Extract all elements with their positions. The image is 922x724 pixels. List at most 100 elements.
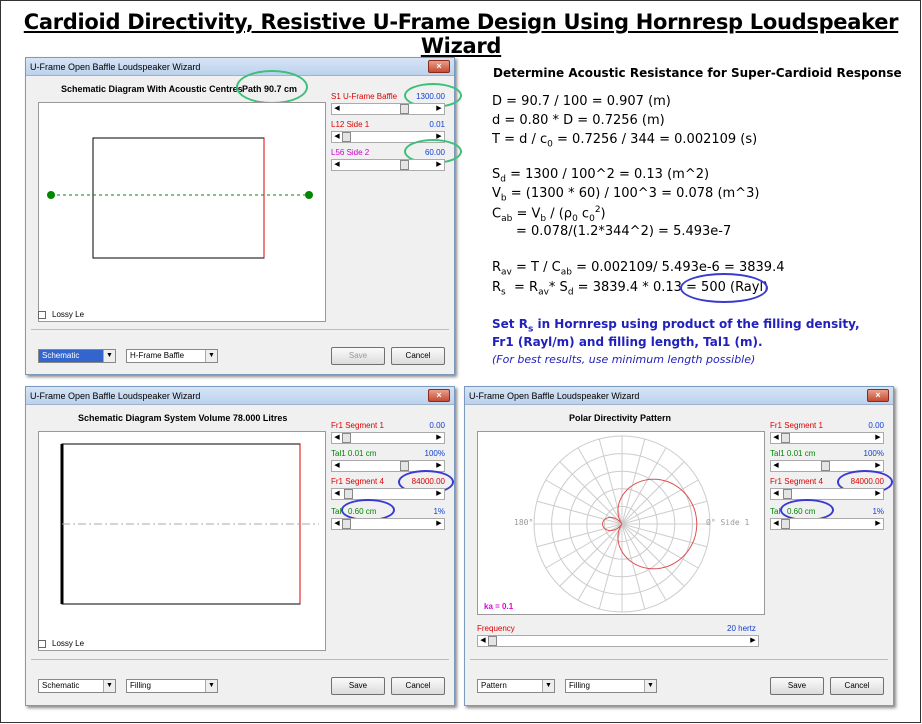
chevron-down-icon[interactable]: ▼ [205, 680, 217, 692]
window-title: U-Frame Open Baffle Loudspeaker Wizard [30, 62, 201, 72]
fr1-seg4-slider[interactable]: ◀ ▶ [770, 488, 884, 500]
slider-left-arrow-icon[interactable]: ◀ [332, 160, 342, 170]
cancel-button[interactable]: Cancel [391, 677, 445, 695]
tal1-label: Tal1 0.01 cm [331, 449, 377, 458]
slider-thumb[interactable] [342, 433, 351, 443]
acoustic-centre-left [47, 191, 55, 199]
baffle-type-select[interactable]: H-Frame Baffle ▼ [126, 349, 218, 363]
view-select[interactable]: Schematic ▼ [38, 349, 116, 363]
fr1-seg1-slider[interactable]: ◀ ▶ [770, 432, 884, 444]
eq-rav-r: R [492, 260, 502, 275]
slider-right-arrow-icon[interactable]: ▶ [873, 433, 883, 443]
parameter-select[interactable]: Filling ▼ [565, 679, 657, 693]
slider-thumb[interactable] [783, 489, 792, 499]
chevron-down-icon[interactable]: ▼ [103, 350, 115, 362]
slider-right-arrow-icon[interactable]: ▶ [434, 104, 444, 114]
save-button[interactable]: Save [770, 677, 824, 695]
slider-left-arrow-icon[interactable]: ◀ [771, 489, 781, 499]
slider-thumb[interactable] [342, 132, 351, 142]
tal4-slider[interactable]: ◀ ▶ [331, 518, 445, 530]
save-button[interactable]: Save [331, 677, 385, 695]
fr1-seg1-value: 0.00 [868, 421, 884, 430]
slider-thumb[interactable] [400, 104, 409, 114]
parameter-select[interactable]: Filling ▼ [126, 679, 218, 693]
tal1-value: 100% [424, 449, 445, 458]
eq-rs-r: R [492, 280, 502, 295]
s1-slider[interactable]: ◀ ▶ [331, 103, 445, 115]
angle-180-label: 180° [514, 518, 534, 527]
slider-left-arrow-icon[interactable]: ◀ [332, 433, 342, 443]
chevron-down-icon[interactable]: ▼ [542, 680, 554, 692]
close-button[interactable]: × [428, 389, 450, 402]
slider-right-arrow-icon[interactable]: ▶ [873, 461, 883, 471]
schematic-drawing [60, 443, 319, 605]
checkbox-box[interactable] [38, 310, 46, 319]
window-title-bar[interactable]: U-Frame Open Baffle Loudspeaker Wizard × [465, 387, 893, 405]
slider-right-arrow-icon[interactable]: ▶ [434, 461, 444, 471]
slider-left-arrow-icon[interactable]: ◀ [771, 519, 781, 529]
close-button[interactable]: × [428, 60, 450, 73]
cancel-button[interactable]: Cancel [830, 677, 884, 695]
slider-thumb[interactable] [781, 433, 790, 443]
fr1-seg4-label: Fr1 Segment 4 [770, 477, 823, 486]
slider-right-arrow-icon[interactable]: ▶ [873, 519, 883, 529]
slider-left-arrow-icon[interactable]: ◀ [478, 636, 488, 646]
close-button[interactable]: × [867, 389, 889, 402]
slider-left-arrow-icon[interactable]: ◀ [771, 461, 781, 471]
page-title: Cardioid Directivity, Resistive U-Frame … [23, 10, 899, 58]
tal4-slider[interactable]: ◀ ▶ [770, 518, 884, 530]
view-select-value: Schematic [42, 351, 80, 360]
polar-grid-spoke [536, 500, 623, 525]
chevron-down-icon[interactable]: ▼ [644, 680, 656, 692]
slider-right-arrow-icon[interactable]: ▶ [873, 489, 883, 499]
tal4-prefix: Tal [770, 507, 781, 516]
window-title-bar[interactable]: U-Frame Open Baffle Loudspeaker Wizard × [26, 58, 454, 76]
frequency-label: Frequency [477, 624, 515, 633]
parameter-value: Filling [569, 681, 590, 690]
cancel-button[interactable]: Cancel [391, 347, 445, 365]
eq-sd-post: = 1300 / 100^2 = 0.13 (m^2) [505, 167, 710, 182]
window-title-bar[interactable]: U-Frame Open Baffle Loudspeaker Wizard × [26, 387, 454, 405]
schematic-plot [38, 102, 326, 322]
slider-thumb[interactable] [488, 636, 497, 646]
eq-vb-pre: V [492, 186, 501, 201]
slider-right-arrow-icon[interactable]: ▶ [748, 636, 758, 646]
lossy-le-checkbox[interactable]: Lossy Le [38, 310, 84, 319]
checkbox-box[interactable] [38, 639, 46, 648]
tal4-value: 1% [433, 507, 445, 516]
eq-cab-c: C [492, 206, 502, 222]
lossy-le-label: Lossy Le [52, 639, 85, 648]
slider-thumb[interactable] [344, 489, 353, 499]
slider-thumb[interactable] [821, 461, 830, 471]
fr1-seg1-slider[interactable]: ◀ ▶ [331, 432, 445, 444]
slider-left-arrow-icon[interactable]: ◀ [332, 461, 342, 471]
lossy-le-label: Lossy Le [52, 310, 85, 319]
window-title: U-Frame Open Baffle Loudspeaker Wizard [30, 391, 201, 401]
save-button[interactable]: Save [331, 347, 385, 365]
slider-left-arrow-icon[interactable]: ◀ [332, 519, 342, 529]
slider-thumb[interactable] [781, 519, 790, 529]
view-select[interactable]: Schematic ▼ [38, 679, 116, 693]
divider [470, 659, 888, 660]
slider-thumb[interactable] [400, 160, 409, 170]
slider-left-arrow-icon[interactable]: ◀ [332, 104, 342, 114]
angle-0-label: 0° Side 1 [706, 518, 750, 527]
slider-right-arrow-icon[interactable]: ▶ [434, 433, 444, 443]
slider-left-arrow-icon[interactable]: ◀ [771, 433, 781, 443]
slider-thumb[interactable] [400, 461, 409, 471]
frequency-slider[interactable]: ◀ ▶ [477, 635, 759, 647]
window-u-frame-filling: U-Frame Open Baffle Loudspeaker Wizard ×… [25, 386, 455, 706]
eq-d-big: D = 90.7 / 100 = 0.907 (m) [492, 94, 671, 109]
lossy-le-checkbox[interactable]: Lossy Le [38, 639, 84, 648]
view-select[interactable]: Pattern ▼ [477, 679, 555, 693]
slider-right-arrow-icon[interactable]: ▶ [434, 160, 444, 170]
chevron-down-icon[interactable]: ▼ [103, 680, 115, 692]
slider-right-arrow-icon[interactable]: ▶ [434, 519, 444, 529]
slider-left-arrow-icon[interactable]: ◀ [332, 132, 342, 142]
slider-right-arrow-icon[interactable]: ▶ [434, 489, 444, 499]
l56-slider[interactable]: ◀ ▶ [331, 159, 445, 171]
fr1-seg4-slider[interactable]: ◀ ▶ [331, 488, 445, 500]
slider-thumb[interactable] [342, 519, 351, 529]
slider-left-arrow-icon[interactable]: ◀ [332, 489, 342, 499]
chevron-down-icon[interactable]: ▼ [205, 350, 217, 362]
